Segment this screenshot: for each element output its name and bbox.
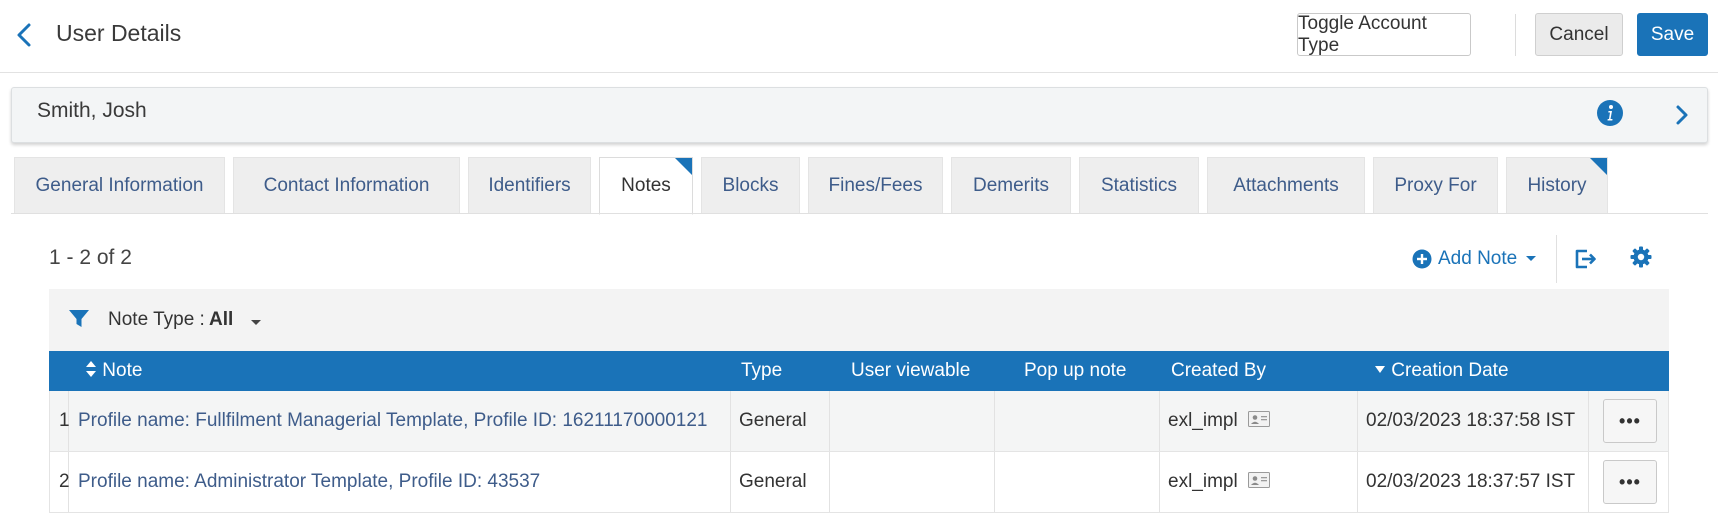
user-name: Smith, Josh — [37, 99, 147, 122]
table-row: 2 Profile name: Administrator Template, … — [49, 452, 1669, 513]
column-label: Note — [102, 360, 143, 381]
tab-notes[interactable]: Notes — [599, 157, 693, 215]
filter-icon[interactable] — [68, 309, 90, 329]
table-row: 1 Profile name: Fullfilment Managerial T… — [49, 391, 1669, 452]
column-header-user-viewable[interactable]: User viewable — [851, 360, 970, 382]
tab-label: Blocks — [722, 175, 779, 196]
creation-date: 02/03/2023 18:37:57 IST — [1366, 471, 1576, 492]
tab-label: General Information — [35, 175, 204, 196]
creation-date: 02/03/2023 18:37:58 IST — [1366, 410, 1576, 431]
created-by: exl_impl — [1168, 471, 1270, 493]
column-divider — [730, 452, 731, 512]
column-divider — [1159, 452, 1160, 512]
tab-label: History — [1527, 175, 1587, 196]
info-icon[interactable] — [1596, 99, 1624, 127]
back-button[interactable] — [12, 20, 38, 50]
tab-label: Demerits — [972, 175, 1049, 196]
results-count: 1 - 2 of 2 — [49, 246, 132, 269]
tab-statistics[interactable]: Statistics — [1079, 157, 1199, 214]
sort-descending-icon — [1375, 365, 1385, 373]
note-type: General — [739, 410, 807, 431]
toggle-account-type-button[interactable]: Toggle Account Type — [1297, 13, 1471, 56]
chevron-left-icon — [17, 23, 31, 47]
note-type: General — [739, 471, 807, 492]
tab-demerits[interactable]: Demerits — [951, 157, 1071, 214]
column-divider — [829, 452, 830, 512]
cancel-button[interactable]: Cancel — [1535, 13, 1623, 56]
note-link[interactable]: Profile name: Fullfilment Managerial Tem… — [78, 410, 707, 432]
tab-label: Notes — [621, 175, 671, 196]
row-index: 1 — [59, 410, 70, 431]
created-by: exl_impl — [1168, 410, 1270, 432]
filter-value[interactable]: All — [209, 309, 233, 331]
filter-bar: Note Type : All — [49, 289, 1669, 351]
column-divider — [1357, 452, 1358, 512]
column-label: Creation Date — [1391, 360, 1509, 381]
tab-label: Fines/Fees — [828, 175, 923, 196]
filter-label: Note Type : — [108, 309, 205, 330]
tab-fines-fees[interactable]: Fines/Fees — [808, 157, 943, 214]
add-note-button[interactable]: Add Note — [1412, 246, 1547, 272]
chevron-right-icon[interactable] — [1672, 102, 1692, 128]
sort-icon — [86, 360, 96, 377]
column-header-created-by[interactable]: Created By — [1171, 360, 1266, 382]
tab-label: Attachments — [1233, 175, 1339, 196]
created-by-user: exl_impl — [1168, 471, 1238, 492]
user-summary-card: Smith, Josh — [11, 87, 1708, 143]
row-index: 2 — [59, 471, 70, 492]
column-header-type[interactable]: Type — [741, 360, 782, 382]
column-divider — [994, 452, 995, 512]
page-header: User Details Toggle Account Type Cancel … — [0, 0, 1718, 73]
export-icon[interactable] — [1572, 246, 1598, 272]
contact-card-icon[interactable] — [1247, 410, 1270, 427]
tab-flag-corner — [1590, 158, 1607, 175]
plus-circle-icon — [1412, 249, 1432, 269]
tab-blocks[interactable]: Blocks — [701, 157, 800, 214]
row-actions-button[interactable]: ••• — [1603, 399, 1657, 443]
header-divider — [1515, 14, 1516, 56]
column-divider — [730, 391, 731, 451]
save-button[interactable]: Save — [1637, 13, 1708, 56]
tab-contact-information[interactable]: Contact Information — [233, 157, 460, 214]
tab-identifiers[interactable]: Identifiers — [468, 157, 591, 214]
caret-down-icon[interactable] — [249, 315, 263, 325]
tabs-divider — [11, 213, 1708, 214]
column-divider — [1159, 391, 1160, 451]
column-divider — [1357, 391, 1358, 451]
tab-label: Contact Information — [263, 175, 430, 196]
column-divider — [994, 391, 995, 451]
tab-history[interactable]: History — [1506, 157, 1608, 214]
caret-down-icon — [1526, 256, 1537, 261]
tab-attachments[interactable]: Attachments — [1207, 157, 1365, 214]
tab-proxy-for[interactable]: Proxy For — [1373, 157, 1498, 214]
row-actions-button[interactable]: ••• — [1603, 460, 1657, 504]
contact-card-icon[interactable] — [1247, 471, 1270, 488]
page-title: User Details — [56, 20, 182, 46]
add-note-label: Add Note — [1438, 248, 1518, 269]
table-header: Note Type User viewable Pop up note Crea… — [49, 351, 1669, 391]
note-link[interactable]: Profile name: Administrator Template, Pr… — [78, 471, 540, 493]
column-header-creation-date[interactable]: Creation Date — [1374, 360, 1509, 382]
toolbar-divider — [1556, 235, 1557, 283]
column-divider — [1588, 391, 1589, 451]
tab-label: Statistics — [1100, 175, 1178, 196]
column-header-note[interactable]: Note — [85, 360, 142, 382]
tab-flag-corner — [675, 158, 692, 175]
column-divider — [1588, 452, 1589, 512]
gear-icon[interactable] — [1629, 245, 1653, 269]
column-divider — [829, 391, 830, 451]
tab-label: Proxy For — [1394, 175, 1477, 196]
created-by-user: exl_impl — [1168, 410, 1238, 431]
column-header-popup-note[interactable]: Pop up note — [1024, 360, 1126, 382]
tab-general-information[interactable]: General Information — [14, 157, 225, 214]
tab-label: Identifiers — [488, 175, 571, 196]
